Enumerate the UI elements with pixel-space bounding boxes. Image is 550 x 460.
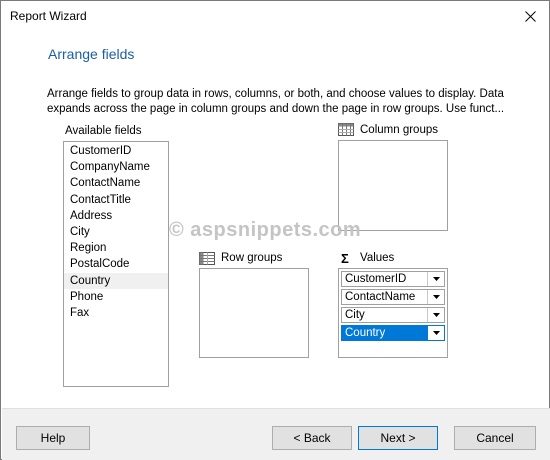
available-fields-label: Available fields xyxy=(65,125,142,137)
watermark: © aspsnippets.com xyxy=(169,219,362,241)
cancel-button[interactable]: Cancel xyxy=(454,426,536,450)
row-groups-label: Row groups xyxy=(221,252,283,264)
title-bar: Report Wizard xyxy=(1,1,549,31)
values-label: Values xyxy=(360,252,395,264)
value-item[interactable]: ContactName xyxy=(341,289,445,305)
available-field-item[interactable]: Region xyxy=(64,240,168,256)
available-field-item[interactable]: Fax xyxy=(64,305,168,321)
value-item-label: Country xyxy=(345,327,386,339)
column-groups-grid-icon xyxy=(338,123,354,136)
available-field-item[interactable]: ContactTitle xyxy=(64,192,168,208)
column-groups-box[interactable] xyxy=(338,140,448,231)
value-dropdown-button[interactable] xyxy=(427,272,444,286)
available-field-item[interactable]: CompanyName xyxy=(64,159,168,175)
dropdown-arrow-icon xyxy=(432,277,440,281)
available-field-item[interactable]: ContactName xyxy=(64,175,168,191)
value-dropdown-button[interactable] xyxy=(427,308,444,322)
close-button[interactable] xyxy=(519,5,541,27)
dropdown-arrow-icon xyxy=(432,331,440,335)
column-groups-label: Column groups xyxy=(360,124,438,136)
value-dropdown-button[interactable] xyxy=(427,290,444,304)
value-item[interactable]: City xyxy=(341,307,445,323)
values-box[interactable]: CustomerID ContactName City Country xyxy=(338,268,448,358)
available-field-item[interactable]: Address xyxy=(64,208,168,224)
value-item-label: ContactName xyxy=(345,291,416,303)
available-field-item[interactable]: Phone xyxy=(64,289,168,305)
value-item[interactable]: CustomerID xyxy=(341,271,445,287)
button-bar: Help < Back Next > Cancel xyxy=(2,408,550,460)
available-field-item[interactable]: Country xyxy=(64,272,168,289)
close-icon xyxy=(524,10,536,22)
report-wizard-window: Report Wizard Arrange fields Arrange fie… xyxy=(0,0,550,460)
back-button[interactable]: < Back xyxy=(272,426,352,450)
value-item-label: CustomerID xyxy=(345,273,407,285)
page-heading: Arrange fields xyxy=(48,46,135,62)
row-groups-box[interactable] xyxy=(199,268,309,358)
sigma-icon: Σ xyxy=(341,251,349,266)
available-field-item[interactable]: CustomerID xyxy=(64,143,168,159)
page-description: Arrange fields to group data in rows, co… xyxy=(47,88,505,115)
value-item[interactable]: Country xyxy=(341,325,445,341)
row-groups-grid-icon xyxy=(199,252,215,265)
value-item-label: City xyxy=(345,309,365,321)
value-dropdown-button[interactable] xyxy=(427,326,444,340)
dropdown-arrow-icon xyxy=(432,295,440,299)
dropdown-arrow-icon xyxy=(432,313,440,317)
next-button[interactable]: Next > xyxy=(358,426,438,450)
available-field-item[interactable]: City xyxy=(64,224,168,240)
available-fields-list[interactable]: CustomerID CompanyName ContactName ContactT… xyxy=(63,141,169,387)
help-button[interactable]: Help xyxy=(16,426,90,450)
available-field-item[interactable]: PostalCode xyxy=(64,256,168,272)
window-title: Report Wizard xyxy=(10,9,87,23)
